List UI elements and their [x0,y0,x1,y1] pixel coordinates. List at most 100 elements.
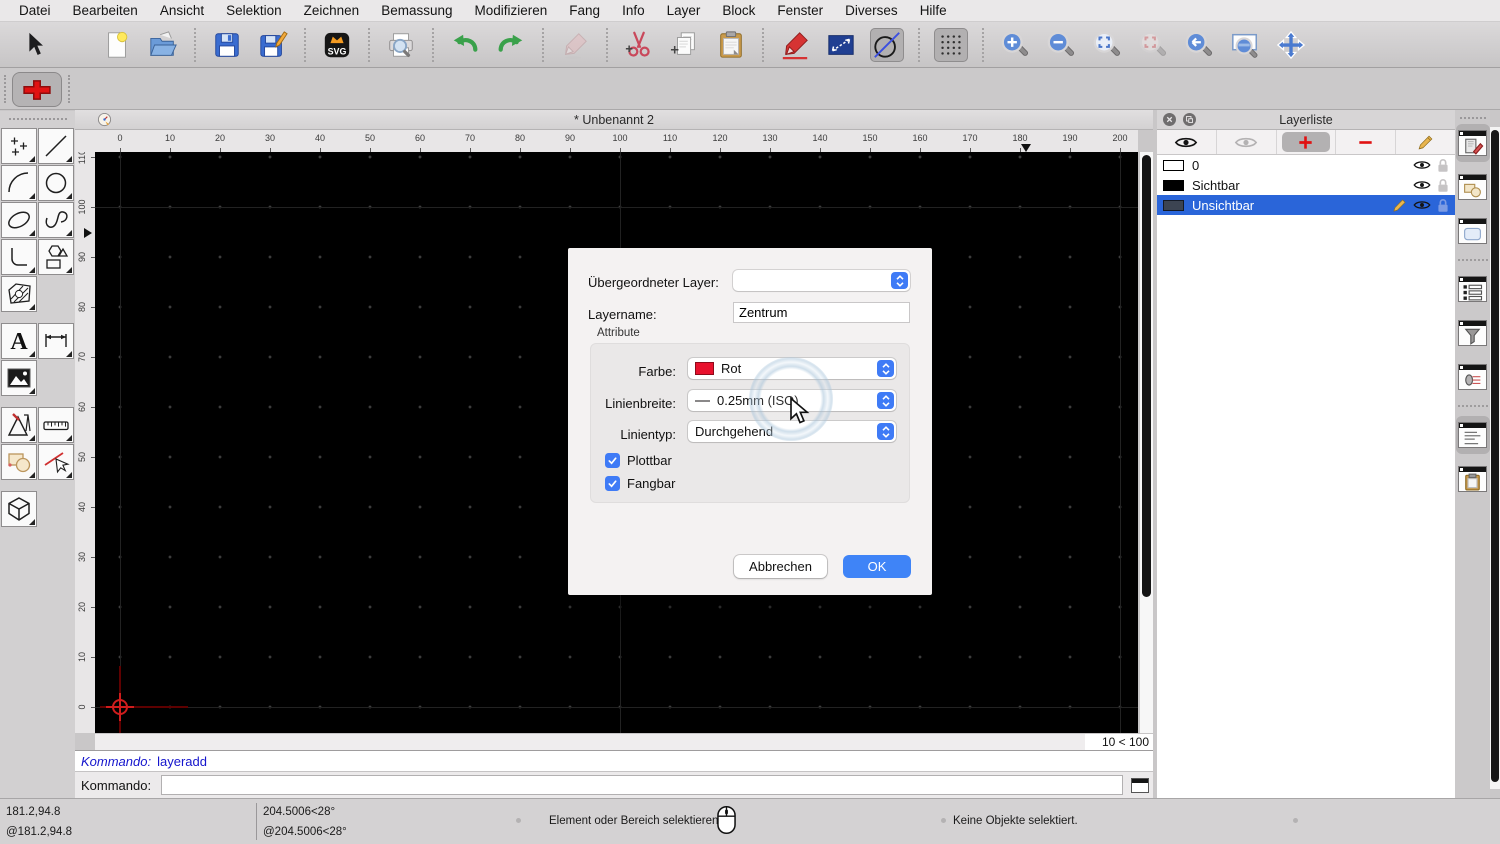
toolbar-grip[interactable] [68,75,70,103]
show-all-layers-button[interactable] [1157,130,1217,154]
scrollbar-thumb[interactable] [1491,130,1499,782]
layer-lock-icon[interactable] [1437,178,1449,193]
copy-button[interactable] [668,28,702,62]
pointer-button[interactable] [18,28,52,62]
menu-selektion[interactable]: Selektion [215,3,293,18]
pan-button[interactable] [1274,28,1308,62]
property-editor-panel-button[interactable] [1456,270,1490,308]
menu-datei[interactable]: Datei [8,3,62,18]
layer-visibility-eye-icon[interactable] [1413,179,1431,191]
menu-zeichnen[interactable]: Zeichnen [293,3,371,18]
draw-pencil-button[interactable] [778,28,812,62]
command-input[interactable] [161,775,1124,795]
select-tool-button[interactable] [38,444,74,480]
ellipse-tool-button[interactable] [1,202,37,238]
layer-visibility-eye-icon[interactable] [1413,199,1431,211]
dock-scrollbar[interactable] [1490,127,1500,789]
paste-button[interactable] [714,28,748,62]
layer-row-0[interactable]: 0 [1157,155,1455,175]
circle-tool-button[interactable] [38,165,74,201]
measure-tool-button[interactable] [38,407,74,443]
layer-name-input[interactable] [733,302,910,323]
points-tool-button[interactable] [1,128,37,164]
layer-visibility-eye-icon[interactable] [1413,159,1431,171]
command-history-panel-button[interactable] [1456,358,1490,396]
view-panel-button[interactable] [1456,212,1490,250]
command-panel-toggle-icon[interactable] [1131,777,1150,793]
v-ruler-tick-label: 20 [77,602,87,613]
layer-row-sichtbar[interactable]: Sichtbar [1157,175,1455,195]
zoom-selection-button[interactable] [1136,28,1170,62]
line-tool-button[interactable] [38,128,74,164]
add-layer-active-tool-button[interactable] [12,72,62,107]
redo-button[interactable] [494,28,528,62]
remove-layer-button[interactable] [1336,130,1397,154]
menu-ansicht[interactable]: Ansicht [149,3,215,18]
parent-layer-select[interactable] [733,270,910,291]
zoom-previous-button[interactable] [1182,28,1216,62]
menu-modifizieren[interactable]: Modifizieren [464,3,559,18]
print-preview-button[interactable] [384,28,418,62]
new-file-button[interactable] [100,28,134,62]
image-tool-button[interactable] [1,360,37,396]
palette-grip[interactable] [8,118,67,120]
add-layer-dialog: Übergeordneter Layer: Layername: Attribu… [568,248,932,595]
undo-button[interactable] [448,28,482,62]
plottbar-checkbox[interactable] [605,452,620,468]
menu-bemassung[interactable]: Bemassung [370,3,463,18]
dimension-button[interactable] [824,28,858,62]
solid-tool-button[interactable] [1,491,37,527]
layer-lock-icon[interactable] [1437,158,1449,173]
menu-fenster[interactable]: Fenster [766,3,834,18]
arc-tool-button[interactable] [1,165,37,201]
canvas-vertical-scrollbar[interactable] [1140,152,1153,733]
edit-layer-icon [1402,132,1450,152]
zoom-out-button[interactable] [1044,28,1078,62]
blocks-tool-button[interactable] [1,444,37,480]
zoom-in-button[interactable] [998,28,1032,62]
ok-button[interactable]: OK [843,555,911,578]
layer-list-panel-button[interactable] [1455,124,1490,162]
command-line-panel-button[interactable] [1455,416,1490,454]
cut-button[interactable] [622,28,656,62]
draw-tools-tool-button[interactable] [1,407,37,443]
save-button[interactable] [210,28,244,62]
hatch-tool-button[interactable] [1,276,37,312]
menu-block[interactable]: Block [711,3,766,18]
hide-all-layers-button[interactable] [1217,130,1277,154]
h-ruler-tick-label: 180 [1012,133,1028,143]
zoom-window-button[interactable] [1228,28,1262,62]
block-list-panel-button[interactable] [1456,168,1490,206]
add-layer-button[interactable] [1277,130,1337,154]
polyline-tool-button[interactable] [1,239,37,275]
dock-grip[interactable] [1459,117,1486,119]
layer-lock-icon[interactable] [1437,198,1449,213]
eraser-button[interactable] [558,28,592,62]
menu-layer[interactable]: Layer [656,3,712,18]
shapes-tool-button[interactable] [38,239,74,275]
menu-hilfe[interactable]: Hilfe [909,3,958,18]
menu-bearbeiten[interactable]: Bearbeiten [62,3,149,18]
dimension-tool-tool-button[interactable] [38,323,74,359]
submenu-corner-icon [29,435,35,441]
save-as-button[interactable] [256,28,290,62]
toolbar-grip[interactable] [4,75,6,103]
scrollbar-thumb[interactable] [1142,155,1151,597]
menu-diverses[interactable]: Diverses [834,3,909,18]
clipboard-panel-button[interactable] [1456,460,1490,498]
spline-tool-button[interactable] [38,202,74,238]
menu-fang[interactable]: Fang [558,3,611,18]
open-file-button[interactable] [146,28,180,62]
zoom-auto-button[interactable] [1090,28,1124,62]
edit-pencil-icon[interactable] [1392,198,1407,213]
grid-toggle-button[interactable] [934,27,968,62]
fangbar-checkbox[interactable] [605,475,620,491]
text-tool-button[interactable]: A [1,323,37,359]
edit-layer-button[interactable] [1396,130,1455,154]
svg-export-button[interactable]: SVG [320,28,354,62]
selection-filter-panel-button[interactable] [1456,314,1490,352]
layer-row-unsichtbar[interactable]: Unsichtbar [1157,195,1455,215]
menu-info[interactable]: Info [611,3,656,18]
cancel-button[interactable]: Abbrechen [734,555,827,578]
construction-lines-button[interactable] [870,27,904,62]
